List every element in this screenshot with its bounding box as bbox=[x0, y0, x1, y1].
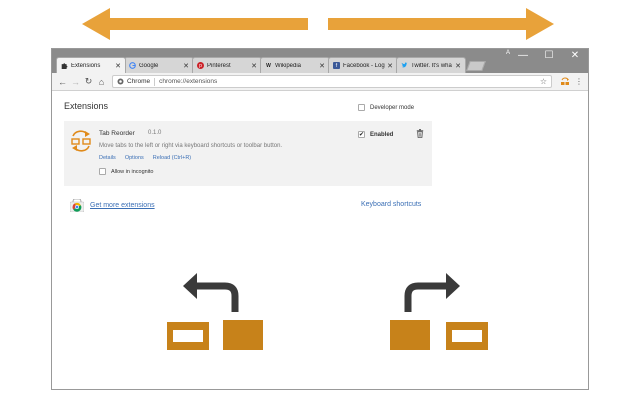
address-bar[interactable]: Chrome chrome://extensions ☆ bbox=[112, 75, 552, 88]
tab-reorder-logo-icon bbox=[71, 130, 91, 152]
omnibox-separator bbox=[154, 77, 156, 86]
enabled-label: Enabled bbox=[370, 131, 394, 138]
tab-close-icon[interactable]: ✕ bbox=[183, 62, 189, 70]
extension-links: Details Options Reload (Ctrl+R) bbox=[99, 155, 200, 161]
chrome-site-icon bbox=[117, 78, 124, 85]
tab-close-icon[interactable]: ✕ bbox=[455, 62, 461, 70]
tab-title: Pinterest bbox=[207, 62, 231, 69]
minimize-button[interactable]: — bbox=[510, 49, 536, 63]
enabled-checkbox[interactable]: ✔ bbox=[358, 131, 365, 138]
maximize-button[interactable]: ☐ bbox=[536, 49, 562, 63]
bookmark-star-icon[interactable]: ☆ bbox=[540, 77, 547, 86]
reload-link[interactable]: Reload (Ctrl+R) bbox=[153, 155, 191, 161]
extension-name: Tab Reorder bbox=[99, 130, 135, 137]
tab-facebook[interactable]: f Facebook - Log ✕ bbox=[328, 57, 398, 73]
big-right-arrow-icon bbox=[328, 8, 554, 40]
move-tab-left-illustration bbox=[167, 273, 263, 350]
pinterest-icon: p bbox=[197, 62, 204, 69]
tab-title: Extensions bbox=[71, 62, 101, 69]
tab-extensions[interactable]: Extensions ✕ bbox=[56, 57, 126, 73]
wikipedia-icon: W bbox=[266, 62, 271, 69]
back-button[interactable]: ← bbox=[56, 75, 69, 88]
puzzle-icon bbox=[61, 62, 68, 69]
allow-incognito-toggle[interactable]: Allow in incognito bbox=[99, 168, 154, 175]
forward-button[interactable]: → bbox=[69, 75, 82, 88]
tab-close-icon[interactable]: ✕ bbox=[319, 62, 325, 70]
tab-wikipedia[interactable]: W Wikipedia ✕ bbox=[260, 57, 330, 73]
new-tab-button[interactable] bbox=[466, 61, 486, 71]
tab-reorder-extension-icon[interactable] bbox=[560, 77, 570, 87]
allow-incognito-label: Allow in incognito bbox=[111, 168, 154, 175]
extension-description: Move tabs to the left or right via keybo… bbox=[99, 143, 283, 149]
tab-title: Wikipedia bbox=[275, 62, 302, 69]
big-left-arrow-icon bbox=[82, 8, 308, 40]
extension-version: 0.1.0 bbox=[148, 130, 162, 136]
tab-twitter[interactable]: Twitter. It's wha ✕ bbox=[396, 57, 466, 73]
get-more-extensions-link[interactable]: Get more extensions bbox=[90, 202, 155, 209]
move-tab-right-illustration bbox=[390, 273, 488, 350]
tab-close-icon[interactable]: ✕ bbox=[251, 62, 257, 70]
home-button[interactable]: ⌂ bbox=[95, 75, 108, 88]
details-link[interactable]: Details bbox=[99, 155, 116, 161]
menu-icon[interactable]: ⋮ bbox=[574, 77, 584, 86]
window-controls: — ☐ ✕ bbox=[510, 49, 588, 63]
tab-pinterest[interactable]: p Pinterest ✕ bbox=[192, 57, 262, 73]
close-window-button[interactable]: ✕ bbox=[562, 49, 588, 63]
tab-title: Twitter. It's wha bbox=[411, 62, 452, 69]
url-text[interactable]: chrome://extensions bbox=[159, 78, 540, 85]
site-label: Chrome bbox=[127, 78, 151, 85]
options-link[interactable]: Options bbox=[125, 155, 144, 161]
tab-strip: Extensions ✕ Google ✕ p Pinterest ✕ W Wi… bbox=[56, 57, 486, 73]
tab-close-icon[interactable]: ✕ bbox=[387, 62, 393, 70]
tab-title: Google bbox=[139, 62, 159, 69]
tab-title: Facebook - Log bbox=[343, 62, 385, 69]
tab-google[interactable]: Google ✕ bbox=[124, 57, 194, 73]
toolbar: ← → ↻ ⌂ Chrome chrome://extensions ☆ ⋮ bbox=[52, 73, 588, 91]
developer-mode-label: Developer mode bbox=[370, 104, 415, 111]
twitter-icon bbox=[401, 62, 408, 69]
developer-mode-checkbox[interactable] bbox=[358, 104, 365, 111]
enabled-toggle[interactable]: ✔ Enabled bbox=[358, 131, 393, 138]
developer-mode-toggle[interactable]: Developer mode bbox=[358, 104, 414, 111]
trash-icon[interactable] bbox=[416, 129, 424, 138]
chrome-web-store-icon bbox=[70, 199, 84, 212]
extension-card: Tab Reorder 0.1.0 Move tabs to the left … bbox=[64, 121, 432, 186]
google-icon bbox=[129, 62, 136, 69]
get-more-extensions[interactable]: Get more extensions bbox=[70, 199, 155, 212]
page-title: Extensions bbox=[64, 101, 109, 111]
tab-close-icon[interactable]: ✕ bbox=[115, 62, 121, 70]
reload-button[interactable]: ↻ bbox=[82, 75, 95, 88]
allow-incognito-checkbox[interactable] bbox=[99, 168, 106, 175]
title-bar: A — ☐ ✕ Extensions ✕ Google ✕ p Pinteres… bbox=[52, 49, 588, 73]
facebook-icon: f bbox=[333, 62, 340, 69]
keyboard-shortcuts-link[interactable]: Keyboard shortcuts bbox=[361, 201, 421, 208]
